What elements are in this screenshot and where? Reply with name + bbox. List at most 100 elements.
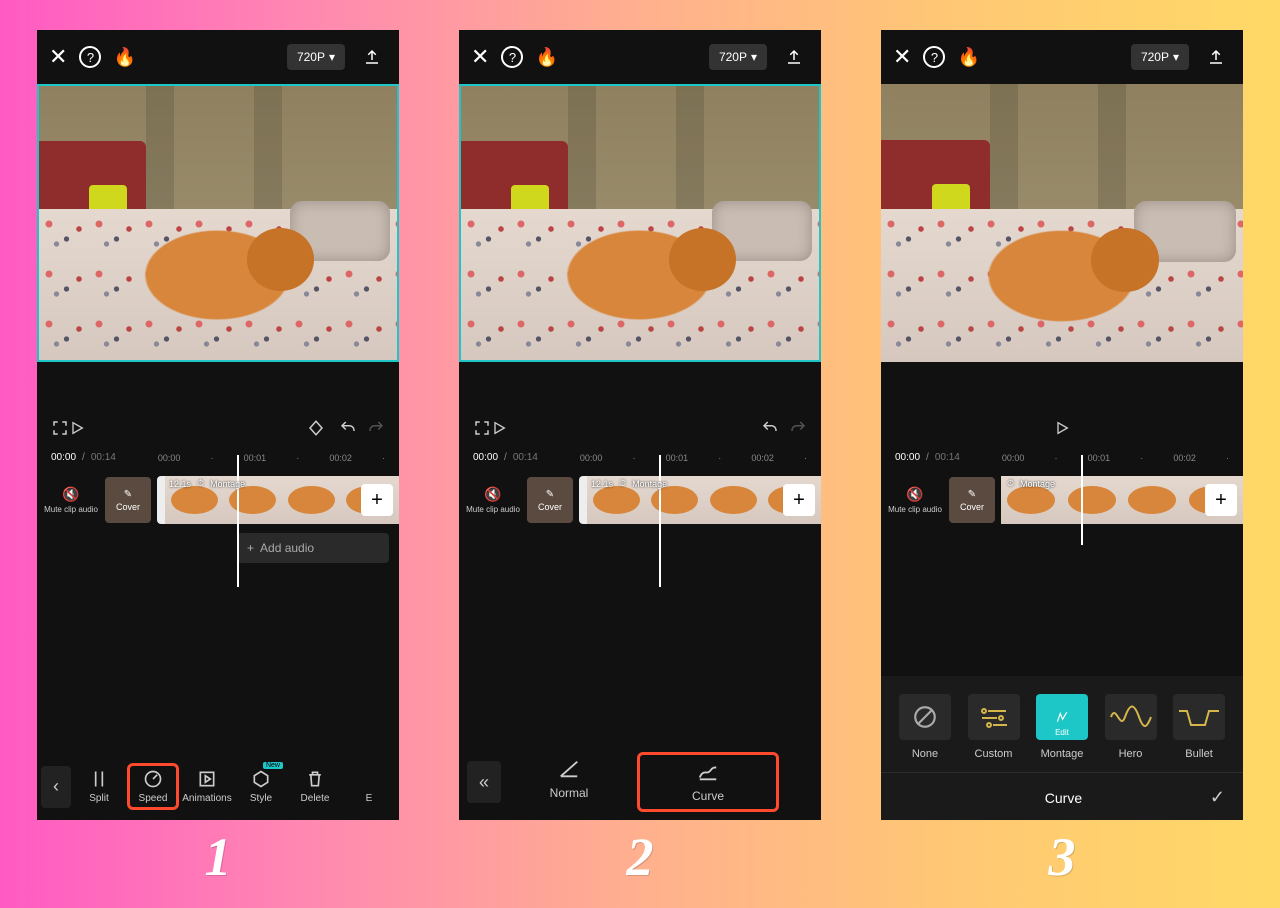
resolution-button[interactable]: 720P ▾ [287, 44, 345, 70]
playhead[interactable] [659, 455, 661, 587]
video-preview[interactable] [37, 84, 399, 362]
speed-mode-toolbar: « Normal Curve [459, 744, 821, 820]
playback-controls [37, 412, 399, 444]
mute-icon: 🔇 [881, 486, 949, 503]
time-display: 00:00/ 00:14 00:00· 00:01· 00:02· [459, 444, 821, 463]
duration: 00:14 [91, 452, 116, 463]
add-clip-button[interactable]: + [783, 484, 815, 516]
video-preview[interactable] [459, 84, 821, 362]
add-clip-button[interactable]: + [361, 484, 393, 516]
curve-title: Curve [917, 790, 1210, 806]
fullscreen-icon[interactable] [473, 419, 491, 437]
close-icon[interactable]: ✕ [893, 44, 911, 70]
clip-handle-left[interactable] [157, 476, 165, 524]
tool-extra[interactable]: E [343, 766, 395, 807]
resolution-button[interactable]: 720P ▾ [709, 44, 767, 70]
add-clip-button[interactable]: + [1205, 484, 1237, 516]
chevron-down-icon: ▾ [751, 50, 757, 64]
editor-screen-2: ✕ ? 🔥 720P ▾ 00:00/ 00:14 00 [459, 30, 821, 820]
add-audio-button[interactable]: + Add audio [237, 533, 389, 563]
export-icon[interactable] [1201, 48, 1231, 66]
topbar: ✕ ? 🔥 720P ▾ [459, 30, 821, 84]
none-icon [912, 704, 938, 730]
playhead[interactable] [237, 455, 239, 587]
resolution-button[interactable]: 720P ▾ [1131, 44, 1189, 70]
curve-bullet[interactable]: Bullet [1173, 694, 1225, 760]
montage-icon [1055, 710, 1069, 724]
speed-curve[interactable]: Curve [637, 752, 779, 812]
video-clip[interactable]: 12.1s⏱ Montage + [579, 476, 821, 524]
curve-montage[interactable]: Edit Montage [1036, 694, 1088, 760]
curve-hero[interactable]: Hero [1105, 694, 1157, 760]
timeline[interactable]: 🔇 Mute clip audio ✎ Cover 12.1s⏱ Montage… [459, 473, 821, 527]
redo-icon[interactable] [789, 419, 807, 437]
help-icon[interactable]: ? [501, 46, 523, 68]
export-icon[interactable] [357, 48, 387, 66]
undo-icon[interactable] [339, 419, 357, 437]
curve-none[interactable]: None [899, 694, 951, 760]
curve-preset-panel: None Custom Edit Montage [881, 676, 1243, 820]
clip-handle-left[interactable] [579, 476, 587, 524]
playback-controls [459, 412, 821, 444]
flame-icon[interactable]: 🔥 [957, 47, 979, 68]
mute-clip-button[interactable]: 🔇 Mute clip audio [459, 486, 527, 514]
undo-icon[interactable] [761, 419, 779, 437]
animations-icon [197, 769, 217, 789]
mute-clip-button[interactable]: 🔇 Mute clip audio [881, 486, 949, 514]
flame-icon[interactable]: 🔥 [535, 47, 557, 68]
play-icon[interactable] [1054, 420, 1070, 436]
current-time: 00:00 [51, 452, 76, 463]
cover-label: Cover [116, 502, 140, 512]
help-icon[interactable]: ? [923, 46, 945, 68]
timeline[interactable]: 🔇 Mute clip audio ✎ Cover ⏱Montage + [881, 473, 1243, 527]
play-icon[interactable] [491, 420, 761, 436]
mute-icon: 🔇 [459, 486, 527, 503]
close-icon[interactable]: ✕ [49, 44, 67, 70]
curve-custom[interactable]: Custom [968, 694, 1020, 760]
fullscreen-icon[interactable] [51, 419, 69, 437]
back-button[interactable]: ‹ [41, 766, 71, 808]
hero-icon [1109, 705, 1153, 729]
bullet-icon [1177, 705, 1221, 729]
clip-badge: 12.1s ⏱ Montage [169, 478, 245, 489]
chevron-down-icon: ▾ [329, 50, 335, 64]
play-icon[interactable] [69, 420, 307, 436]
video-clip[interactable]: 12.1s ⏱ Montage + [157, 476, 399, 524]
new-badge: New [263, 762, 283, 769]
tool-speed[interactable]: Speed [127, 763, 179, 810]
normal-speed-icon [558, 758, 580, 780]
confirm-icon[interactable]: ✓ [1210, 787, 1225, 808]
tool-split[interactable]: Split [73, 766, 125, 807]
timeline[interactable]: 🔇 Mute clip audio ✎ Cover 12.1s ⏱ Montag… [37, 473, 399, 527]
editor-screen-1: ✕ ? 🔥 720P ▾ [37, 30, 399, 820]
cover-button[interactable]: ✎ Cover [527, 477, 573, 523]
mute-clip-button[interactable]: 🔇 Mute clip audio [37, 486, 105, 514]
edit-cover-icon: ✎ [124, 489, 132, 500]
time-ruler: 00:00· 00:01· 00:02· [158, 453, 385, 463]
video-preview[interactable] [881, 84, 1243, 362]
video-clip[interactable]: ⏱Montage + [1001, 476, 1243, 524]
edit-cover-icon: ✎ [546, 489, 554, 500]
flame-icon[interactable]: 🔥 [113, 47, 135, 68]
time-display: 00:00/ 00:14 00:00· 00:01· 00:02· [881, 444, 1243, 463]
keyframe-icon[interactable] [307, 419, 325, 437]
export-icon[interactable] [779, 48, 809, 66]
speed-normal[interactable]: Normal [501, 752, 637, 812]
tool-animations[interactable]: Animations [181, 766, 233, 807]
add-audio-label: Add audio [260, 541, 314, 555]
redo-icon[interactable] [367, 419, 385, 437]
tool-style[interactable]: New Style [235, 766, 287, 807]
chevron-down-icon: ▾ [1173, 50, 1179, 64]
tool-delete[interactable]: Delete [289, 766, 341, 807]
topbar: ✕ ? 🔥 720P ▾ [37, 30, 399, 84]
playback-controls [881, 412, 1243, 444]
help-icon[interactable]: ? [79, 46, 101, 68]
playhead[interactable] [1081, 455, 1083, 545]
custom-icon [979, 706, 1009, 728]
cover-button[interactable]: ✎ Cover [949, 477, 995, 523]
step-number: 3 [1049, 826, 1076, 888]
close-icon[interactable]: ✕ [471, 44, 489, 70]
back-button[interactable]: « [467, 761, 501, 803]
cover-button[interactable]: ✎ Cover [105, 477, 151, 523]
step-number: 1 [205, 826, 232, 888]
